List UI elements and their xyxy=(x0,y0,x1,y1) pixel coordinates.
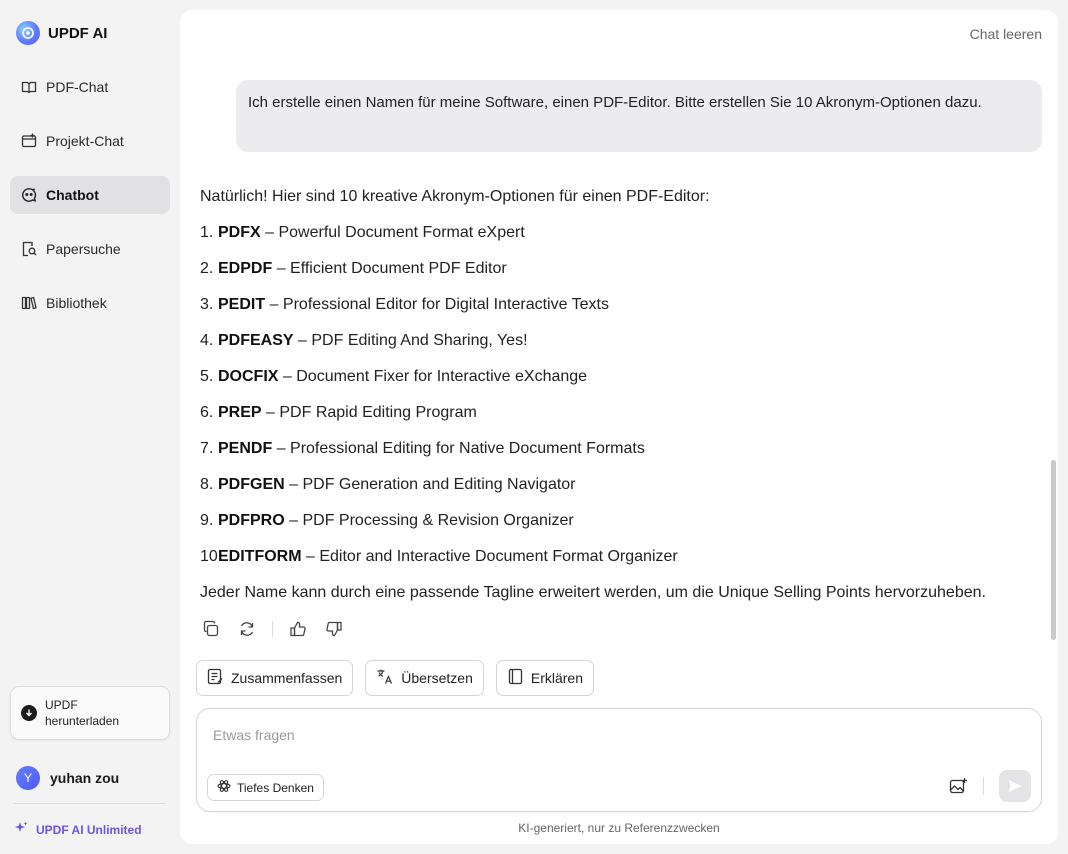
updf-logo-icon xyxy=(16,21,40,45)
unlimited-label: UPDF AI Unlimited xyxy=(36,822,142,837)
sidebar-item-label: Projekt-Chat xyxy=(46,133,124,149)
sidebar-item-label: Bibliothek xyxy=(46,295,107,311)
summarize-icon xyxy=(207,668,224,688)
download-icon xyxy=(21,705,37,721)
disclaimer: KI-generiert, nur zu Referenzzwecken xyxy=(518,821,720,835)
sidebar: UPDF AI PDF-Chat Projekt-Chat Chatbot Pa… xyxy=(0,0,180,854)
list-item: 3. PEDIT – Professional Editor for Digita… xyxy=(200,296,609,313)
regenerate-icon[interactable] xyxy=(236,618,258,640)
user-profile[interactable]: Y yuhan zou xyxy=(16,766,119,790)
chat-panel: Chat leeren Ich erstelle einen Namen für… xyxy=(180,10,1058,844)
answer-intro: Natürlich! Hier sind 10 kreative Akronym… xyxy=(200,188,710,205)
brand-name: UPDF AI xyxy=(48,24,108,42)
deep-think-toggle[interactable]: Tiefes Denken xyxy=(207,774,324,801)
download-updf-button[interactable]: UPDF herunterladen xyxy=(10,686,170,740)
scrollbar[interactable] xyxy=(1051,460,1056,640)
list-item: 2. EDPDF – Efficient Document PDF Editor xyxy=(200,260,507,277)
explain-button[interactable]: Erklären xyxy=(495,660,595,696)
sidebar-item-bibliothek[interactable]: Bibliothek xyxy=(10,284,170,322)
list-item: 5. DOCFIX – Document Fixer for Interactiv… xyxy=(200,368,588,385)
list-item: 9. PDFPRO – PDF Processing & Revision Org… xyxy=(200,512,574,529)
translate-icon xyxy=(376,668,394,688)
book-open-icon xyxy=(20,78,38,96)
sidebar-item-papersuche[interactable]: Papersuche xyxy=(10,230,170,268)
sidebar-item-label: Chatbot xyxy=(46,187,99,203)
translate-button[interactable]: Übersetzen xyxy=(365,660,484,696)
paper-search-icon xyxy=(20,240,38,258)
answer-outro: Jeder Name kann durch eine passende Tagl… xyxy=(200,584,986,601)
folder-add-icon xyxy=(20,132,38,150)
sidebar-item-chatbot[interactable]: Chatbot xyxy=(10,176,170,214)
action-divider xyxy=(272,621,273,637)
list-item: 6. PREP – PDF Rapid Editing Program xyxy=(200,404,477,421)
summarize-label: Zusammenfassen xyxy=(231,670,343,686)
send-button[interactable] xyxy=(999,770,1031,802)
atom-icon xyxy=(217,779,231,796)
copy-icon[interactable] xyxy=(200,618,222,640)
sparkle-icon xyxy=(14,821,28,838)
deep-think-label: Tiefes Denken xyxy=(237,780,314,795)
input-divider xyxy=(983,777,984,795)
summarize-button[interactable]: Zusammenfassen xyxy=(196,660,354,696)
list-item: 8. PDFGEN – PDF Generation and Editing Na… xyxy=(200,476,576,493)
send-icon xyxy=(1008,779,1022,793)
sidebar-divider xyxy=(14,803,166,804)
sidebar-item-label: PDF-Chat xyxy=(46,79,109,95)
library-icon xyxy=(20,294,38,312)
sidebar-item-label: Papersuche xyxy=(46,241,121,257)
chatbot-icon xyxy=(20,186,38,204)
quick-actions: Zusammenfassen Übersetzen Erklären xyxy=(196,660,595,696)
answer-actions xyxy=(200,618,345,640)
translate-label: Übersetzen xyxy=(401,670,473,686)
chat-input[interactable] xyxy=(213,723,1013,747)
clear-chat-button[interactable]: Chat leeren xyxy=(970,26,1042,42)
explain-icon xyxy=(507,668,524,688)
image-upload-icon[interactable] xyxy=(947,775,969,797)
brand[interactable]: UPDF AI xyxy=(16,21,107,45)
user-message: Ich erstelle einen Namen für meine Softw… xyxy=(236,80,1042,152)
upgrade-unlimited-link[interactable]: UPDF AI Unlimited xyxy=(14,821,142,838)
list-item: 1. PDFX – Powerful Document Format eXpert xyxy=(200,224,525,241)
sidebar-item-projekt-chat[interactable]: Projekt-Chat xyxy=(10,122,170,160)
list-item: 7. PENDF – Professional Editing for Nativ… xyxy=(200,440,645,457)
avatar: Y xyxy=(16,766,40,790)
list-item: 10EDITFORM – Editor and Interactive Docu… xyxy=(200,548,678,565)
list-item: 4. PDFEASY – PDF Editing And Sharing, Yes… xyxy=(200,332,528,349)
thumbs-up-icon[interactable] xyxy=(287,618,309,640)
explain-label: Erklären xyxy=(530,670,584,686)
chat-input-box: Tiefes Denken xyxy=(196,708,1042,812)
download-label: UPDF herunterladen xyxy=(45,698,120,728)
ai-answer: Natürlich! Hier sind 10 kreative Akronym… xyxy=(200,185,1040,617)
sidebar-item-pdf-chat[interactable]: PDF-Chat xyxy=(10,68,170,106)
thumbs-down-icon[interactable] xyxy=(323,618,345,640)
user-name: yuhan zou xyxy=(50,770,120,786)
